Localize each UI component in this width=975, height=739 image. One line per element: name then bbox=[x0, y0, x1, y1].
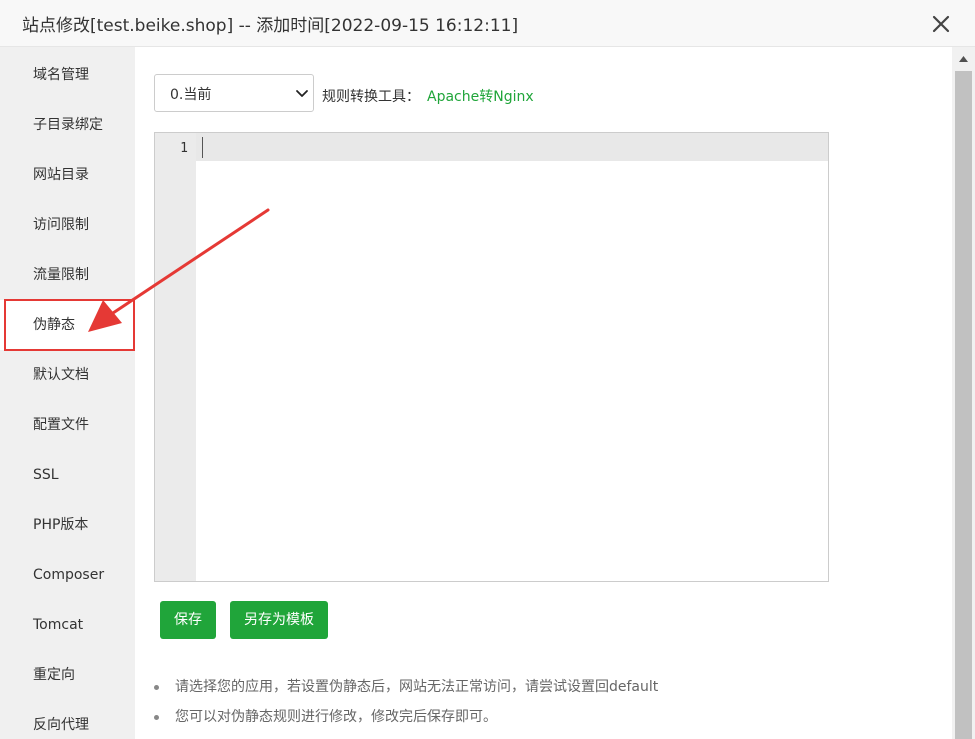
sidebar-item-redirect[interactable]: 重定向 bbox=[0, 650, 135, 700]
rewrite-rules-editor[interactable]: 1 bbox=[154, 132, 829, 582]
apache-to-nginx-link[interactable]: Apache转Nginx bbox=[427, 86, 534, 106]
save-as-template-button[interactable]: 另存为模板 bbox=[230, 601, 328, 639]
sidebar-item-site-directory[interactable]: 网站目录 bbox=[0, 150, 135, 200]
scrollbar-thumb[interactable] bbox=[955, 71, 972, 739]
list-item: 请选择您的应用，若设置伪静态后，网站无法正常访问，请尝试设置回default bbox=[154, 675, 934, 705]
site-edit-dialog: 站点修改[test.beike.shop] -- 添加时间[2022-09-15… bbox=[0, 0, 975, 739]
sidebar-item-access-restriction[interactable]: 访问限制 bbox=[0, 200, 135, 250]
sidebar-item-composer[interactable]: Composer bbox=[0, 550, 135, 600]
select-value: 0.当前 bbox=[170, 87, 212, 103]
sidebar-item-traffic-limit[interactable]: 流量限制 bbox=[0, 250, 135, 300]
main-content: 0.当前 规则转换工具： Apache转Nginx 1 保存 另存为模板 请选择… bbox=[135, 47, 952, 739]
tip-text: 请选择您的应用，若设置伪静态后，网站无法正常访问，请尝试设置回default bbox=[175, 679, 659, 695]
rewrite-template-select[interactable]: 0.当前 bbox=[154, 74, 314, 112]
vertical-scrollbar[interactable] bbox=[952, 47, 975, 739]
sidebar-item-config-file[interactable]: 配置文件 bbox=[0, 400, 135, 450]
close-button[interactable] bbox=[929, 12, 953, 36]
sidebar-item-reverse-proxy[interactable]: 反向代理 bbox=[0, 700, 135, 739]
sidebar-item-domain-management[interactable]: 域名管理 bbox=[0, 50, 135, 100]
tip-text: 您可以对伪静态规则进行修改，修改完后保存即可。 bbox=[175, 709, 497, 725]
active-line-highlight bbox=[196, 133, 828, 161]
sidebar: 域名管理 子目录绑定 网站目录 访问限制 流量限制 伪静态 默认文档 配置文件 … bbox=[0, 47, 135, 739]
save-button[interactable]: 保存 bbox=[160, 601, 216, 639]
bullet-icon bbox=[154, 685, 159, 690]
close-icon bbox=[932, 15, 950, 33]
sidebar-item-tomcat[interactable]: Tomcat bbox=[0, 600, 135, 650]
chevron-down-icon bbox=[296, 90, 308, 97]
text-cursor bbox=[202, 137, 203, 158]
annotation-highlight-box bbox=[4, 299, 135, 351]
editor-gutter: 1 bbox=[155, 133, 196, 581]
sidebar-item-php-version[interactable]: PHP版本 bbox=[0, 500, 135, 550]
list-item: 您可以对伪静态规则进行修改，修改完后保存即可。 bbox=[154, 705, 934, 735]
dialog-titlebar: 站点修改[test.beike.shop] -- 添加时间[2022-09-15… bbox=[0, 0, 975, 47]
sidebar-item-ssl[interactable]: SSL bbox=[0, 450, 135, 500]
sidebar-item-default-document[interactable]: 默认文档 bbox=[0, 350, 135, 400]
bullet-icon bbox=[154, 715, 159, 720]
sidebar-item-subdirectory-binding[interactable]: 子目录绑定 bbox=[0, 100, 135, 150]
line-number: 1 bbox=[180, 141, 188, 156]
dialog-title: 站点修改[test.beike.shop] -- 添加时间[2022-09-15… bbox=[22, 16, 519, 36]
tips-list: 请选择您的应用，若设置伪静态后，网站无法正常访问，请尝试设置回default 您… bbox=[154, 675, 934, 735]
scroll-up-arrow-icon[interactable] bbox=[958, 55, 969, 63]
converter-label: 规则转换工具： bbox=[322, 89, 420, 105]
